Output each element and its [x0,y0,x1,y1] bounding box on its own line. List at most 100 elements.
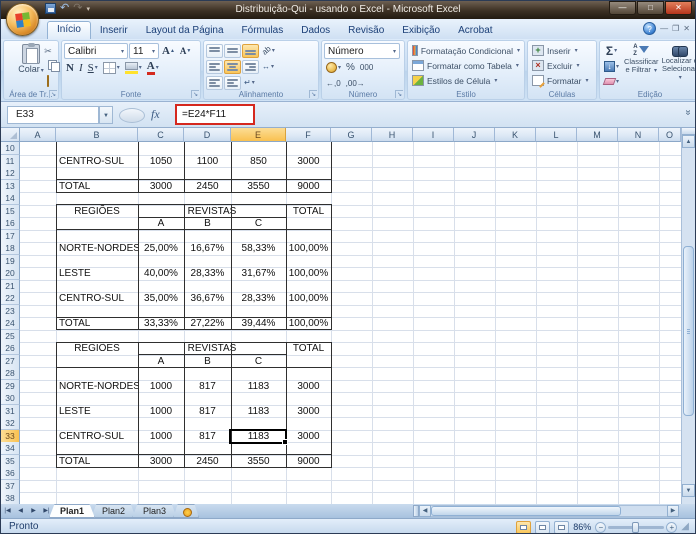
cell-F18[interactable]: 100,00% [286,242,331,255]
cell-C18[interactable]: 25,00% [138,242,184,255]
cell-B33[interactable]: CENTRO-SUL [56,430,138,443]
row-header-24[interactable]: 24 [1,317,20,330]
minimize-button[interactable]: — [609,1,636,15]
column-header-J[interactable]: J [454,128,495,142]
cell-C33[interactable]: 1000 [138,430,184,443]
redo-icon[interactable]: ↷ [73,3,82,14]
qat-customize-icon[interactable]: ▾ [86,5,90,13]
undo-icon[interactable]: ↶ [60,3,69,14]
scroll-left-icon[interactable]: ◀ [419,505,431,517]
cell-B20[interactable]: LESTE [56,267,138,280]
tab-dados[interactable]: Dados [292,22,339,39]
grow-font-button[interactable]: A▲ [160,44,177,59]
wrap-text-button[interactable]: ↵▾ [242,75,257,90]
selected-cell-outline[interactable] [229,429,287,444]
cell-B11[interactable]: CENTRO-SUL [56,155,138,168]
row-header-26[interactable]: 26 [1,342,20,355]
row-header-32[interactable]: 32 [1,417,20,430]
cell-D33[interactable]: 817 [184,430,231,443]
cell-F26[interactable]: TOTAL [286,342,331,355]
tab-início[interactable]: Início [47,21,91,39]
cell-F22[interactable]: 100,00% [286,292,331,305]
tab-inserir[interactable]: Inserir [91,22,137,39]
scroll-up-icon[interactable]: ▲ [682,135,695,148]
number-dialog-launcher[interactable]: ↘ [395,90,403,98]
tab-exibição[interactable]: Exibição [393,22,449,39]
percent-style-button[interactable]: % [344,60,357,75]
font-dialog-launcher[interactable]: ↘ [191,90,199,98]
cell-C11[interactable]: 1050 [138,155,184,168]
sheet-tab-plan2[interactable]: Plan2 [91,504,136,518]
next-sheet-icon[interactable]: ▶ [27,504,40,518]
autosum-button[interactable]: Σ▾ [602,43,621,58]
cell-B26[interactable]: REGIÕES [56,342,138,355]
horizontal-scrollbar-thumb[interactable] [431,506,621,516]
align-top-button[interactable] [206,44,223,58]
align-center-button[interactable] [224,60,241,74]
workbook-close-button[interactable]: ✕ [683,24,690,34]
name-box-dropdown-icon[interactable]: ▼ [99,106,113,124]
horizontal-scrollbar[interactable]: ◀ ▶ [413,505,679,517]
merge-center-button[interactable]: ↔▾ [260,59,276,74]
scroll-down-icon[interactable]: ▼ [682,484,695,497]
row-header-16[interactable]: 16 [1,217,20,230]
cell-D29[interactable]: 817 [184,380,231,393]
maximize-button[interactable]: □ [637,1,664,15]
increase-decimal-button[interactable]: ←,0 [324,76,343,91]
cell-E31[interactable]: 1183 [231,405,286,418]
format-cells-button[interactable]: Formatar▾ [530,73,594,88]
align-bottom-button[interactable] [242,44,259,58]
close-button[interactable]: ✕ [665,1,692,15]
row-header-18[interactable]: 18 [1,242,20,255]
expand-formula-bar-icon[interactable]: » [683,110,694,116]
resize-grip[interactable]: ◢ [681,520,689,534]
row-header-14[interactable]: 14 [1,192,20,205]
cell-E20[interactable]: 31,67% [231,267,286,280]
fill-color-button[interactable]: ▾ [123,60,144,75]
sheet-tab-plan1[interactable]: Plan1 [49,504,95,518]
row-header-36[interactable]: 36 [1,467,20,480]
row-header-22[interactable]: 22 [1,292,20,305]
alignment-dialog-launcher[interactable]: ↘ [309,90,317,98]
column-header-N[interactable]: N [618,128,659,142]
number-format-select[interactable]: Número▾ [324,43,400,59]
insert-cells-button[interactable]: + Inserir▾ [530,43,594,58]
font-name-select[interactable]: Calibri▾ [64,43,128,59]
row-header-28[interactable]: 28 [1,367,20,380]
column-header-H[interactable]: H [372,128,413,142]
cut-icon[interactable]: ✂ [41,45,55,58]
cell-D11[interactable]: 1100 [184,155,231,168]
cell-B29[interactable]: NORTE-NORDESTE [56,380,138,393]
vertical-split-handle[interactable] [682,128,695,135]
page-break-view-icon[interactable] [554,521,569,534]
save-icon[interactable] [45,3,56,14]
column-header-E[interactable]: E [231,128,286,142]
cell-F29[interactable]: 3000 [286,380,331,393]
help-icon[interactable]: ? [643,22,656,35]
align-left-button[interactable] [206,60,223,74]
column-header-C[interactable]: C [138,128,184,142]
cell-F20[interactable]: 100,00% [286,267,331,280]
cell-C31[interactable]: 1000 [138,405,184,418]
cell-F31[interactable]: 3000 [286,405,331,418]
tab-layout-da-página[interactable]: Layout da Página [137,22,233,39]
column-header-B[interactable]: B [56,128,138,142]
cell-B31[interactable]: LESTE [56,405,138,418]
office-button[interactable] [6,3,39,36]
vertical-scrollbar-thumb[interactable] [683,246,694,416]
comma-style-button[interactable]: 000 [358,60,375,75]
increase-indent-button[interactable] [224,76,241,90]
clear-button[interactable]: ▾ [602,74,621,88]
cell-B15[interactable]: REGIÕES [56,205,138,218]
cell-E11[interactable]: 850 [231,155,286,168]
scroll-right-icon[interactable]: ▶ [667,505,679,517]
tab-acrobat[interactable]: Acrobat [449,22,501,39]
tab-revisão[interactable]: Revisão [339,22,393,39]
accounting-format-button[interactable]: ▾ [324,60,343,75]
zoom-slider-thumb[interactable] [632,522,639,533]
column-header-D[interactable]: D [184,128,231,142]
column-header-I[interactable]: I [413,128,454,142]
row-header-34[interactable]: 34 [1,442,20,455]
cell-E29[interactable]: 1183 [231,380,286,393]
decrease-indent-button[interactable] [206,76,223,90]
